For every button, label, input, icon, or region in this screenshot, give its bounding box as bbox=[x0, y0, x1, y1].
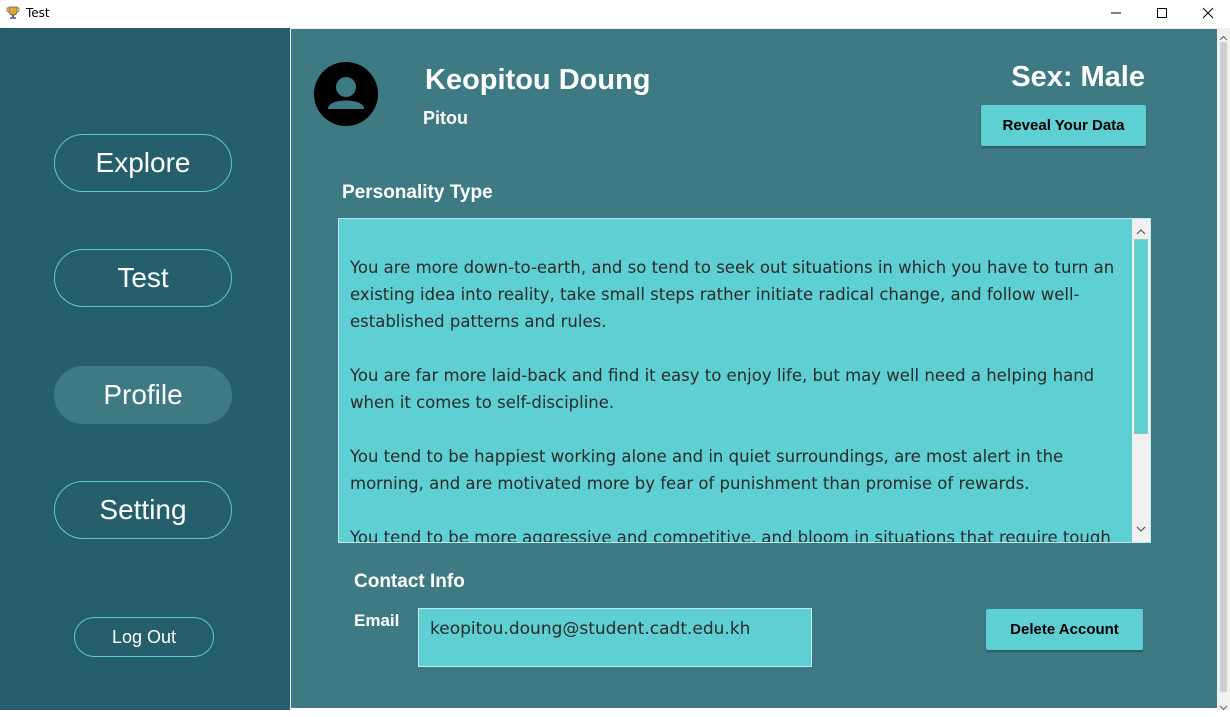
personality-scrollbar[interactable] bbox=[1132, 219, 1150, 542]
email-label: Email bbox=[354, 611, 400, 630]
personality-paragraph: You tend to be happiest working alone an… bbox=[350, 447, 1064, 493]
sex-label: Sex: bbox=[1011, 61, 1073, 93]
sidebar: Explore Test Profile Setting Log Out bbox=[0, 28, 290, 710]
personality-text-area[interactable]: You are more down-to-earth, and so tend … bbox=[338, 218, 1151, 543]
minimize-icon[interactable] bbox=[1093, 0, 1139, 26]
user-avatar-icon bbox=[314, 62, 378, 131]
window-title: Test bbox=[26, 6, 50, 20]
email-field[interactable]: keopitou.doung@student.cadt.edu.kh bbox=[418, 608, 812, 667]
window-scrollbar[interactable] bbox=[1217, 28, 1230, 711]
personality-text: You are more down-to-earth, and so tend … bbox=[350, 254, 1125, 543]
personality-paragraph: You tend to be more aggressive and compe… bbox=[350, 528, 1111, 543]
scrollbar-thumb[interactable] bbox=[1134, 239, 1148, 434]
profile-sex: Sex: Male bbox=[1011, 61, 1145, 94]
reveal-data-button[interactable]: Reveal Your Data bbox=[981, 105, 1146, 146]
window-titlebar: Test bbox=[0, 0, 1230, 29]
scroll-down-icon[interactable] bbox=[1219, 699, 1228, 711]
personality-paragraph: You are more down-to-earth, and so tend … bbox=[350, 258, 1115, 331]
profile-nickname: Pitou bbox=[423, 108, 468, 128]
scroll-down-icon[interactable] bbox=[1136, 520, 1146, 538]
sidebar-item-profile[interactable]: Profile bbox=[54, 366, 232, 424]
sidebar-item-test[interactable]: Test bbox=[54, 249, 232, 307]
scroll-up-icon[interactable] bbox=[1219, 30, 1228, 41]
contact-heading: Contact Info bbox=[354, 571, 465, 592]
sidebar-item-setting[interactable]: Setting bbox=[54, 481, 232, 539]
personality-paragraph: You are far more laid-back and find it e… bbox=[350, 366, 1095, 412]
maximize-icon[interactable] bbox=[1139, 0, 1185, 26]
logout-button[interactable]: Log Out bbox=[74, 617, 214, 657]
sidebar-item-explore[interactable]: Explore bbox=[54, 134, 232, 192]
profile-full-name: Keopitou Doung bbox=[425, 64, 651, 96]
delete-account-button[interactable]: Delete Account bbox=[986, 609, 1143, 650]
trophy-icon bbox=[6, 6, 20, 20]
personality-heading: Personality Type bbox=[342, 182, 493, 203]
close-icon[interactable] bbox=[1185, 0, 1230, 26]
scrollbar-thumb[interactable] bbox=[1220, 42, 1227, 692]
sex-value: Male bbox=[1080, 61, 1145, 93]
